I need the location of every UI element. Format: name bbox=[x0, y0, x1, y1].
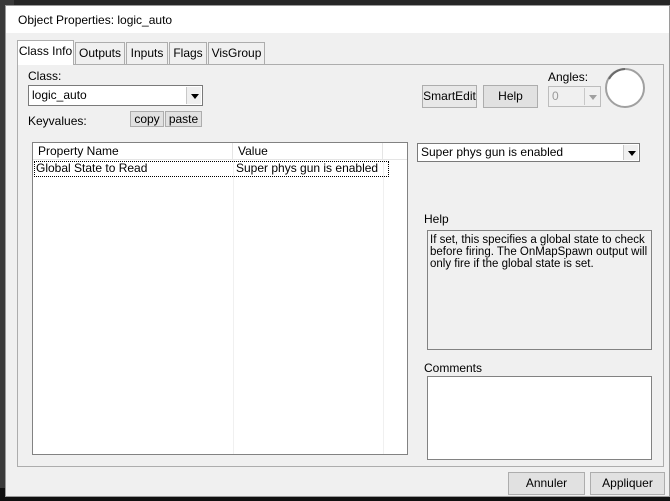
angles-value: 0 bbox=[552, 89, 559, 103]
window-title: Object Properties: logic_auto bbox=[18, 13, 173, 27]
chevron-down-icon bbox=[584, 88, 599, 105]
keyvalues-label: Keyvalues: bbox=[28, 114, 87, 128]
property-grid[interactable]: Property Name Value Global State to Read… bbox=[32, 142, 408, 455]
help-button[interactable]: Help bbox=[483, 85, 538, 108]
tab-visgroup[interactable]: VisGroup bbox=[208, 42, 265, 64]
angles-label: Angles: bbox=[548, 70, 589, 84]
chevron-down-icon[interactable] bbox=[186, 87, 201, 104]
copy-button[interactable]: copy bbox=[130, 111, 164, 127]
class-label: Class: bbox=[28, 69, 62, 83]
column-header-property-name[interactable]: Property Name bbox=[33, 143, 233, 160]
apply-button[interactable]: Appliquer bbox=[590, 472, 665, 495]
value-combo[interactable]: Super phys gun is enabled bbox=[417, 143, 640, 162]
help-text-box: If set, this specifies a global state to… bbox=[427, 230, 652, 350]
table-row[interactable]: Global State to Read Super phys gun is e… bbox=[34, 161, 389, 177]
property-value-cell: Super phys gun is enabled bbox=[236, 161, 379, 175]
help-text: If set, this specifies a global state to… bbox=[430, 234, 648, 270]
help-label: Help bbox=[424, 212, 449, 226]
angles-combo: 0 bbox=[548, 86, 601, 107]
comments-label: Comments bbox=[424, 361, 483, 375]
grid-header: Property Name Value bbox=[33, 143, 407, 160]
tab-outputs[interactable]: Outputs bbox=[75, 42, 125, 64]
class-combo[interactable]: logic_auto bbox=[28, 85, 203, 106]
object-properties-dialog: Object Properties: logic_auto Class Info… bbox=[5, 5, 670, 497]
tab-class-info[interactable]: Class Info bbox=[17, 40, 74, 65]
tab-inputs[interactable]: Inputs bbox=[126, 42, 168, 64]
grid-divider bbox=[233, 160, 234, 454]
smartedit-button[interactable]: SmartEdit bbox=[422, 85, 477, 108]
class-value: logic_auto bbox=[32, 88, 87, 102]
angle-dial-icon bbox=[605, 68, 645, 108]
title-bar[interactable]: Object Properties: logic_auto bbox=[6, 6, 669, 33]
paste-button[interactable]: paste bbox=[165, 111, 202, 127]
value-combo-text: Super phys gun is enabled bbox=[421, 145, 564, 159]
chevron-down-icon[interactable] bbox=[623, 145, 638, 160]
comments-field[interactable] bbox=[427, 376, 652, 460]
cancel-button[interactable]: Annuler bbox=[508, 472, 585, 495]
tab-flags[interactable]: Flags bbox=[169, 42, 207, 64]
property-name-cell: Global State to Read bbox=[36, 161, 148, 175]
column-header-value[interactable]: Value bbox=[233, 143, 383, 160]
grid-divider bbox=[383, 160, 384, 454]
